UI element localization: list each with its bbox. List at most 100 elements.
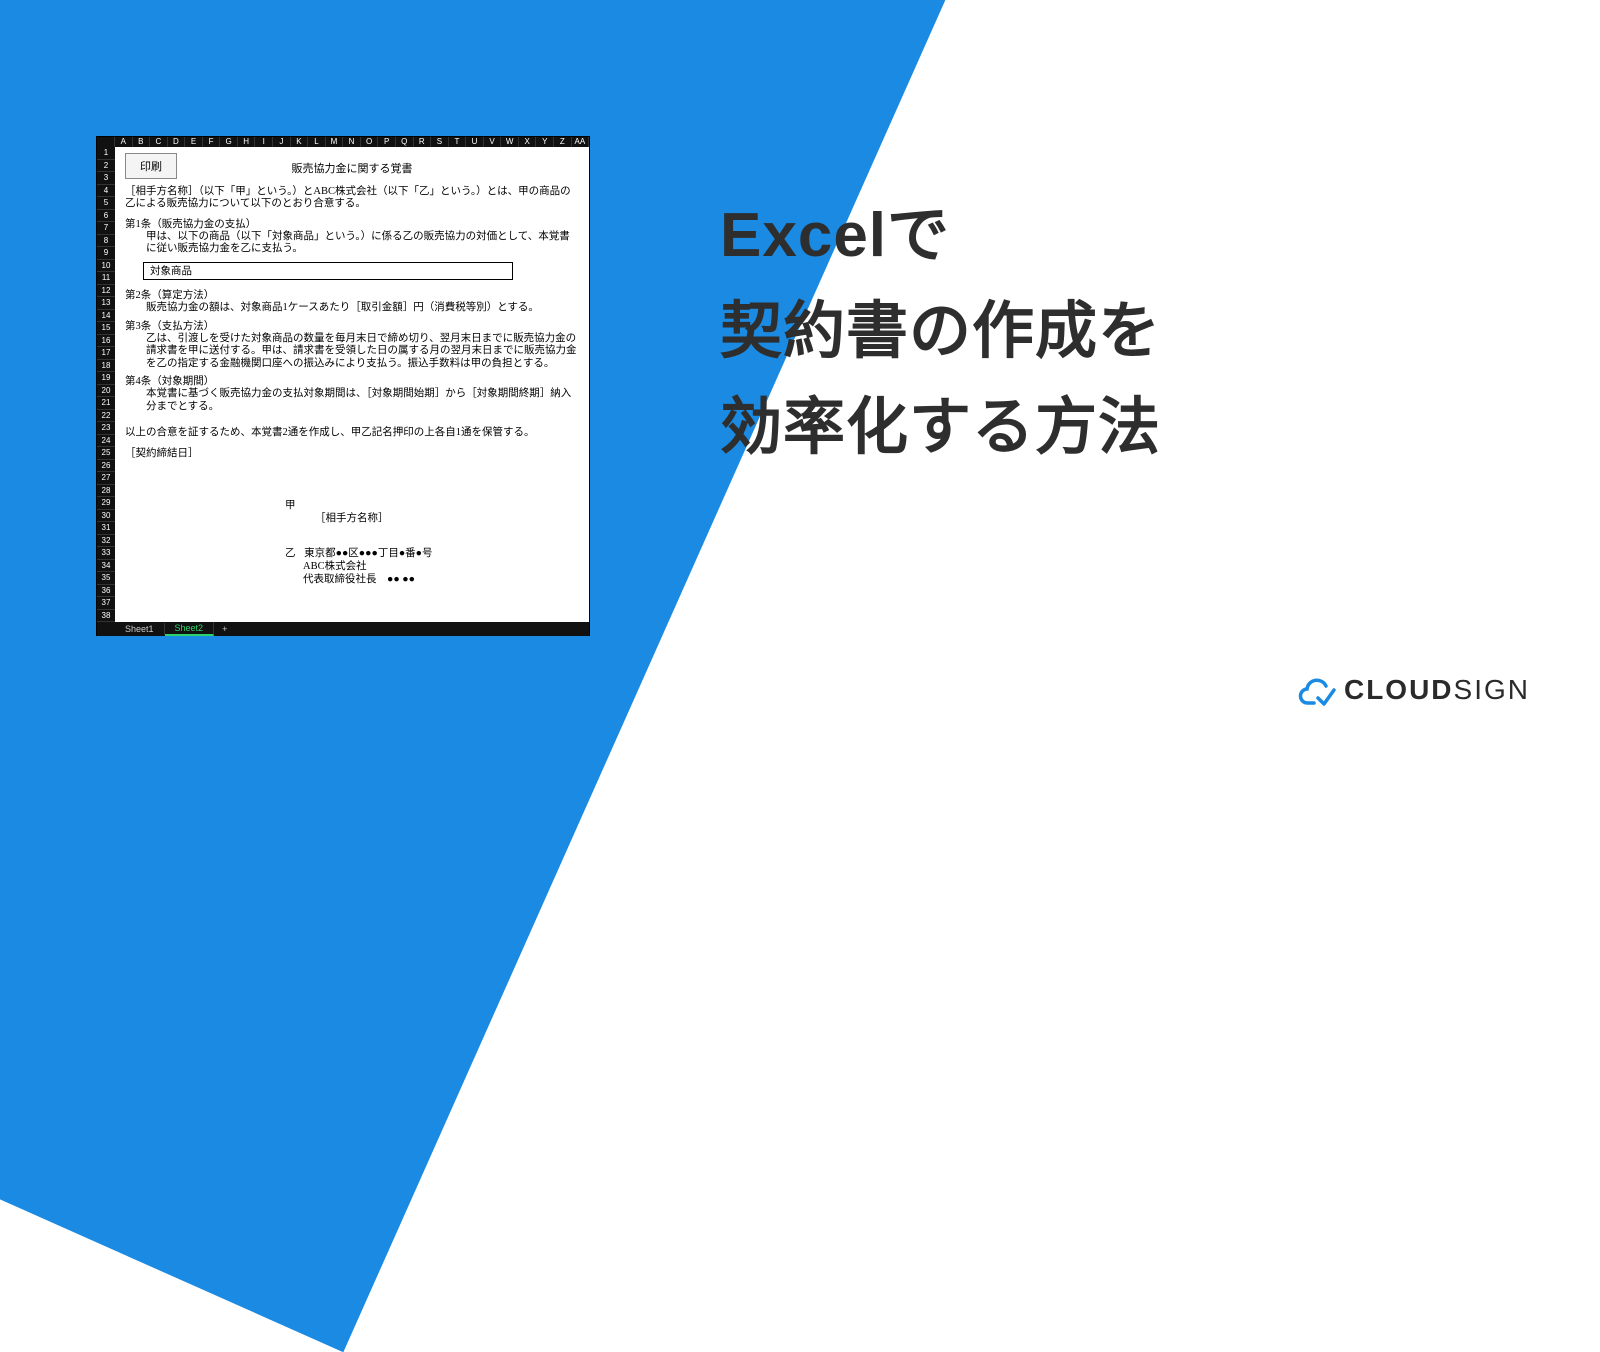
col-header[interactable]: A xyxy=(115,137,133,147)
col-header[interactable]: C xyxy=(150,137,168,147)
col-header[interactable]: U xyxy=(466,137,484,147)
target-product-box[interactable]: 対象商品 xyxy=(143,262,513,280)
target-product-label: 対象商品 xyxy=(150,266,192,277)
add-sheet-button[interactable]: + xyxy=(214,624,235,634)
sheet-tabs: Sheet1 Sheet2 + xyxy=(97,622,589,636)
row-header[interactable]: 32 xyxy=(97,535,115,548)
col-header[interactable]: I xyxy=(255,137,273,147)
col-header[interactable]: W xyxy=(501,137,519,147)
title-line-3: 効率化する方法 xyxy=(720,380,1161,476)
col-header[interactable]: H xyxy=(238,137,256,147)
col-header[interactable]: F xyxy=(203,137,221,147)
row-header[interactable]: 11 xyxy=(97,272,115,285)
clause-1-heading: 第1条（販売協力金の支払） xyxy=(125,219,579,231)
title-line-1: Excelで xyxy=(720,188,1161,284)
cloudsign-logo: CLOUDSIGN xyxy=(1296,674,1530,706)
row-header[interactable]: 37 xyxy=(97,597,115,610)
row-header[interactable]: 16 xyxy=(97,335,115,348)
party-kou-label: 甲 xyxy=(285,500,296,511)
print-button[interactable]: 印刷 xyxy=(125,153,177,179)
logo-text-cloud: CLOUD xyxy=(1344,674,1454,705)
document-title: 販売協力金に関する覚書 xyxy=(125,163,579,176)
tab-sheet2[interactable]: Sheet2 xyxy=(165,622,215,636)
intro-paragraph: ［相手方名称］（以下「甲」という。）とABC株式会社（以下「乙」という。）とは、… xyxy=(125,186,579,211)
row-header[interactable]: 14 xyxy=(97,310,115,323)
party-kou-name: ［相手方名称］ xyxy=(285,513,579,525)
col-header[interactable]: G xyxy=(220,137,238,147)
row-header[interactable]: 5 xyxy=(97,197,115,210)
row-header[interactable]: 1 xyxy=(97,147,115,160)
contract-date: ［契約締結日］ xyxy=(125,448,579,460)
row-header[interactable]: 19 xyxy=(97,372,115,385)
row-header[interactable]: 22 xyxy=(97,410,115,423)
col-header[interactable]: O xyxy=(361,137,379,147)
row-headers: 1 2 3 4 5 6 7 8 9 10 11 12 13 14 15 16 1… xyxy=(97,147,115,622)
select-all-corner[interactable] xyxy=(97,137,115,147)
title-line-2: 契約書の作成を xyxy=(720,284,1161,380)
cloud-icon xyxy=(1296,674,1336,706)
col-header[interactable]: X xyxy=(519,137,537,147)
row-header[interactable]: 34 xyxy=(97,560,115,573)
row-header[interactable]: 25 xyxy=(97,447,115,460)
row-header[interactable]: 21 xyxy=(97,397,115,410)
clause-4-body: 本覚書に基づく販売協力金の支払対象期間は、［対象期間始期］から［対象期間終期］納… xyxy=(125,388,579,413)
col-header[interactable]: Q xyxy=(396,137,414,147)
col-header[interactable]: Z xyxy=(554,137,572,147)
row-header[interactable]: 9 xyxy=(97,247,115,260)
row-header[interactable]: 17 xyxy=(97,347,115,360)
row-header[interactable]: 12 xyxy=(97,285,115,298)
column-headers: A B C D E F G H I J K L M N O P Q R S T … xyxy=(97,137,589,147)
row-header[interactable]: 30 xyxy=(97,510,115,523)
col-header[interactable]: Y xyxy=(536,137,554,147)
row-header[interactable]: 38 xyxy=(97,610,115,623)
col-header[interactable]: J xyxy=(273,137,291,147)
clause-1-body: 甲は、以下の商品（以下「対象商品」という。）に係る乙の販売協力の対価として、本覚… xyxy=(125,231,579,256)
col-header[interactable]: R xyxy=(414,137,432,147)
clause-2-heading: 第2条（算定方法） xyxy=(125,290,579,302)
row-header[interactable]: 2 xyxy=(97,160,115,173)
page-title: Excelで 契約書の作成を 効率化する方法 xyxy=(720,188,1161,476)
row-header[interactable]: 28 xyxy=(97,485,115,498)
row-header[interactable]: 24 xyxy=(97,435,115,448)
row-header[interactable]: 8 xyxy=(97,235,115,248)
col-header[interactable]: P xyxy=(378,137,396,147)
row-header[interactable]: 33 xyxy=(97,547,115,560)
row-header[interactable]: 23 xyxy=(97,422,115,435)
closing-paragraph: 以上の合意を証するため、本覚書2通を作成し、甲乙記名押印の上各自1通を保管する。 xyxy=(125,427,579,439)
col-header[interactable]: AA xyxy=(572,137,590,147)
col-header[interactable]: M xyxy=(326,137,344,147)
row-header[interactable]: 13 xyxy=(97,297,115,310)
clause-3-heading: 第3条（支払方法） xyxy=(125,321,579,333)
row-header[interactable]: 26 xyxy=(97,460,115,473)
excel-screenshot: A B C D E F G H I J K L M N O P Q R S T … xyxy=(96,136,590,636)
row-header[interactable]: 3 xyxy=(97,172,115,185)
row-header[interactable]: 10 xyxy=(97,260,115,273)
signature-block: 甲 ［相手方名称］ 乙 東京都●●区●●●丁目●番●号 ABC株式会社 代表取締… xyxy=(125,500,579,587)
row-header[interactable]: 20 xyxy=(97,385,115,398)
col-header[interactable]: E xyxy=(185,137,203,147)
row-header[interactable]: 18 xyxy=(97,360,115,373)
row-header[interactable]: 4 xyxy=(97,185,115,198)
col-header[interactable]: B xyxy=(133,137,151,147)
logo-text: CLOUDSIGN xyxy=(1344,674,1530,706)
sheet-area[interactable]: 印刷 販売協力金に関する覚書 ［相手方名称］（以下「甲」という。）とABC株式会… xyxy=(115,147,589,622)
tab-sheet1[interactable]: Sheet1 xyxy=(115,623,165,635)
row-header[interactable]: 15 xyxy=(97,322,115,335)
row-header[interactable]: 36 xyxy=(97,585,115,598)
row-header[interactable]: 29 xyxy=(97,497,115,510)
row-header[interactable]: 31 xyxy=(97,522,115,535)
clause-2-body: 販売協力金の額は、対象商品1ケースあたり［取引金額］円（消費税等別）とする。 xyxy=(125,302,579,314)
clause-3-body: 乙は、引渡しを受けた対象商品の数量を毎月末日で締め切り、翌月末日までに販売協力金… xyxy=(125,333,579,370)
party-otsu-address: 東京都●●区●●●丁目●番●号 xyxy=(304,548,432,559)
col-header[interactable]: N xyxy=(343,137,361,147)
col-header[interactable]: S xyxy=(431,137,449,147)
row-header[interactable]: 6 xyxy=(97,210,115,223)
row-header[interactable]: 7 xyxy=(97,222,115,235)
col-header[interactable]: K xyxy=(291,137,309,147)
row-header[interactable]: 35 xyxy=(97,572,115,585)
col-header[interactable]: D xyxy=(168,137,186,147)
col-header[interactable]: T xyxy=(449,137,467,147)
row-header[interactable]: 27 xyxy=(97,472,115,485)
col-header[interactable]: V xyxy=(484,137,502,147)
col-header[interactable]: L xyxy=(308,137,326,147)
